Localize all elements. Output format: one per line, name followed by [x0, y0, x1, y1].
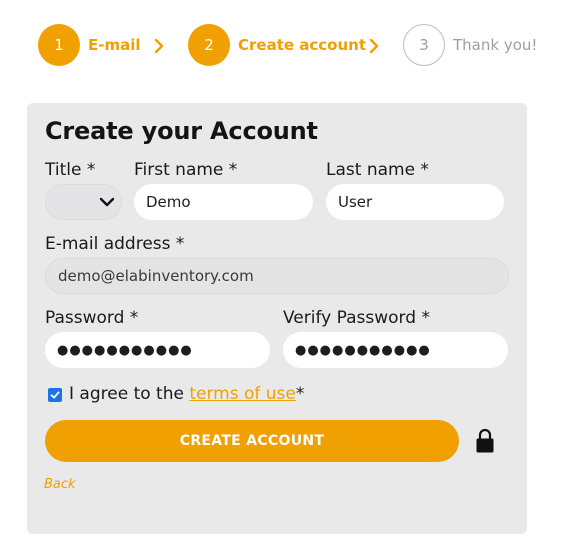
required-mark: *	[295, 384, 305, 404]
last-name-label: Last name *	[326, 160, 429, 180]
email-label: E-mail address *	[45, 234, 185, 254]
email-field: demo@elabinventory.com	[45, 258, 509, 294]
step-3-label: Thank you!	[453, 36, 538, 54]
first-name-label: First name *	[134, 160, 238, 180]
password-input[interactable]: ●●●●●●●●●●●	[45, 332, 270, 368]
chevron-down-icon	[99, 197, 115, 207]
step-3-number: 3	[419, 36, 429, 54]
title-label: Title *	[45, 160, 96, 180]
title-select[interactable]	[45, 184, 122, 220]
verify-password-label: Verify Password *	[283, 308, 430, 328]
password-label: Password *	[45, 308, 139, 328]
lock-icon	[476, 428, 494, 453]
last-name-input[interactable]: User	[326, 184, 504, 220]
step-1-number: 1	[54, 36, 64, 54]
terms-agreement: I agree to the terms of use*	[69, 384, 304, 404]
page-title: Create your Account	[45, 117, 318, 145]
back-link[interactable]: Back	[44, 477, 76, 492]
agree-text: I agree to the	[69, 384, 184, 404]
chevron-right-icon	[154, 38, 164, 54]
verify-password-input[interactable]: ●●●●●●●●●●●	[283, 332, 508, 368]
step-1-circle: 1	[38, 24, 80, 66]
step-2-number: 2	[204, 36, 214, 54]
progress-stepper: 1 E-mail 2 Create account 3 Thank you!	[38, 24, 558, 66]
terms-of-use-link[interactable]: terms of use	[189, 384, 296, 404]
step-2-label: Create account	[238, 36, 367, 54]
step-2-circle: 2	[188, 24, 230, 66]
create-account-card: Create your Account Title * First name *…	[27, 103, 527, 534]
checkmark-icon	[50, 391, 60, 399]
step-1-label: E-mail	[88, 36, 141, 54]
chevron-right-icon	[369, 38, 379, 54]
create-account-button[interactable]: CREATE ACCOUNT	[45, 420, 459, 462]
terms-checkbox[interactable]	[48, 388, 62, 402]
first-name-input[interactable]: Demo	[134, 184, 313, 220]
step-3-circle: 3	[403, 24, 445, 66]
